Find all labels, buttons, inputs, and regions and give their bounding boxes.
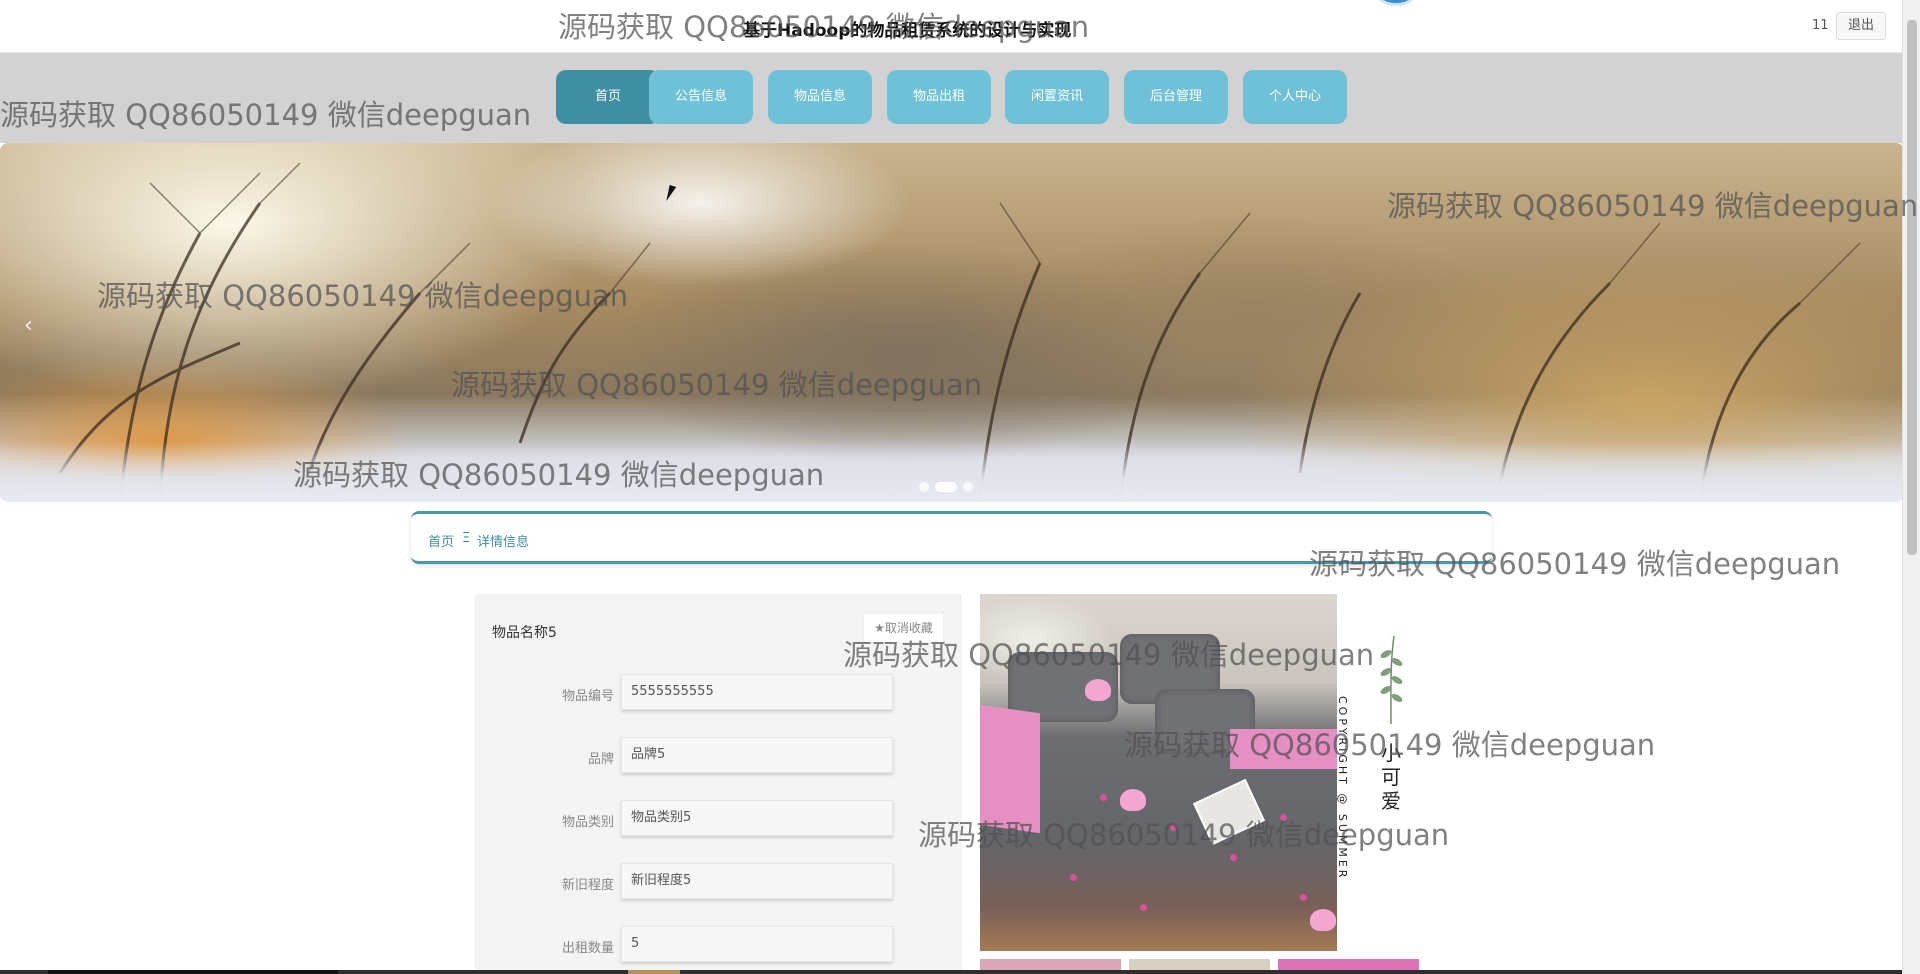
breadcrumb-home-link[interactable]: 首页 (428, 531, 454, 550)
breadcrumb-current: 详情信息 (477, 535, 530, 550)
item-detail-panel: 物品名称5 ★取消收藏 物品编号 5555555555 品牌 品牌5 物品类别 … (475, 594, 962, 974)
pattern-dot (1070, 874, 1077, 881)
brand-field[interactable]: 品牌5 (621, 737, 893, 773)
product-image[interactable]: 小可爱 COPYRIGHT @ SUMMER (980, 594, 1438, 951)
field-label-brand: 品牌 (587, 752, 614, 767)
pink-sheet (1230, 729, 1337, 769)
pattern-dot (1230, 854, 1237, 861)
nav-item-admin[interactable]: 后台管理 (1124, 70, 1228, 124)
unfavorite-button[interactable]: ★取消收藏 (863, 613, 944, 643)
nav-item-announcements[interactable]: 公告信息 (649, 70, 753, 124)
breadcrumb-separator: Ξ (462, 531, 471, 546)
field-label-condition: 新旧程度 (561, 878, 614, 893)
pattern-dot (1100, 794, 1107, 801)
banner-dot-2[interactable] (935, 481, 957, 492)
pattern-dot (1280, 814, 1287, 821)
nav-item-home[interactable]: 首页 (556, 70, 660, 124)
image-copyright-text: COPYRIGHT @ SUMMER (1336, 696, 1349, 881)
pattern-dot (1140, 904, 1147, 911)
user-name: 11 (1812, 18, 1829, 33)
field-label-category: 物品类别 (561, 815, 614, 830)
banner-dot-3[interactable] (963, 481, 973, 492)
leaf-decoration (1380, 635, 1403, 724)
breadcrumb: 首页 Ξ 详情信息 (411, 511, 1492, 564)
dinosaur-print (1310, 909, 1336, 931)
logout-button[interactable]: 退出 (1836, 12, 1886, 40)
pattern-dot (1300, 894, 1307, 901)
banner-snow (0, 442, 1904, 502)
avatar[interactable] (1378, 0, 1414, 6)
top-header: 基于Hadoop的物品租赁系统的设计与实现 11 退出 (0, 0, 1902, 53)
image-caption-cute: 小可爱 (1381, 741, 1401, 813)
scrollbar-thumb[interactable] (1907, 20, 1917, 555)
nav-item-item-rental[interactable]: 物品出租 (887, 70, 991, 124)
item-number-field[interactable]: 5555555555 (621, 674, 893, 710)
magazine-prop (1192, 778, 1266, 846)
site-title: 基于Hadoop的物品租赁系统的设计与实现 (743, 21, 1072, 41)
banner-carousel[interactable]: ‹ (0, 143, 1904, 502)
nav-item-items[interactable]: 物品信息 (768, 70, 872, 124)
bottom-divider-segment (48, 970, 338, 974)
nav-item-personal-center[interactable]: 个人中心 (1243, 70, 1347, 124)
banner-dot-1[interactable] (919, 481, 929, 492)
field-label-rent-quantity: 出租数量 (561, 941, 614, 956)
item-name: 物品名称5 (492, 625, 557, 641)
page-scrollbar[interactable] (1902, 0, 1920, 974)
nav-item-idle-news[interactable]: 闲置资讯 (1005, 70, 1109, 124)
bedding-photo (980, 594, 1337, 951)
dinosaur-print (1120, 789, 1146, 811)
pattern-dot (1170, 824, 1177, 831)
banner-pagination (919, 476, 979, 492)
condition-field[interactable]: 新旧程度5 (621, 863, 893, 899)
main-nav: 首页 公告信息 物品信息 物品出租 闲置资讯 后台管理 个人中心 (0, 53, 1902, 143)
dinosaur-print (1085, 679, 1111, 701)
bottom-divider-segment (628, 970, 680, 974)
rent-quantity-field[interactable]: 5 (621, 926, 893, 962)
field-label-item-number: 物品编号 (561, 689, 614, 704)
banner-prev-arrow[interactable]: ‹ (24, 313, 33, 338)
category-field[interactable]: 物品类别5 (621, 800, 893, 836)
pink-sheet (980, 704, 1040, 834)
